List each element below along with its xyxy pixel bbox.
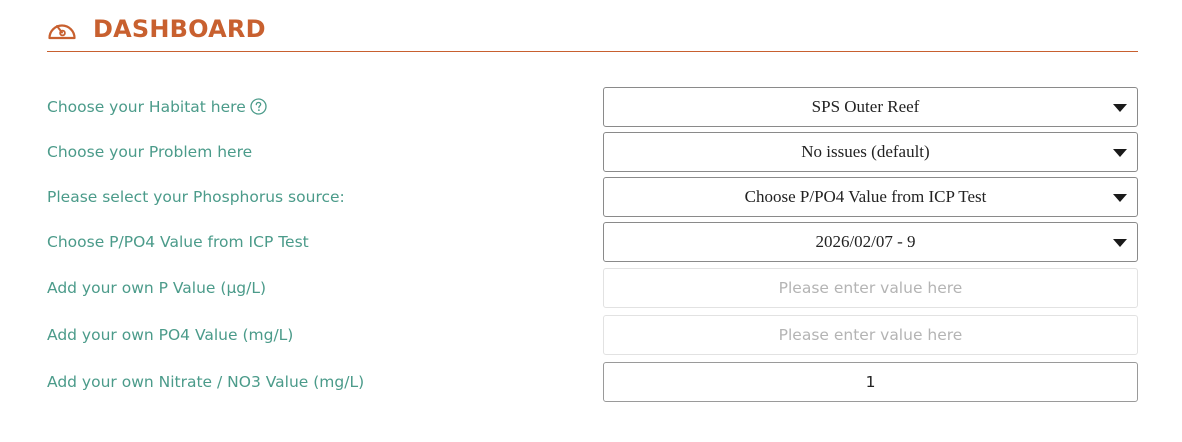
chevron-down-icon	[1113, 149, 1127, 157]
problem-row: Choose your Problem here No issues (defa…	[47, 132, 1138, 172]
page-title: DASHBOARD	[93, 15, 266, 43]
phosphorus-source-select-value: Choose P/PO4 Value from ICP Test	[744, 187, 987, 206]
problem-select[interactable]: No issues (default)	[603, 132, 1138, 172]
chevron-down-icon	[1113, 239, 1127, 247]
problem-select-value: No issues (default)	[801, 142, 930, 161]
po4-value-row: Add your own PO4 Value (mg/L)	[47, 315, 1138, 355]
icp-value-row: Choose P/PO4 Value from ICP Test 2026/02…	[47, 222, 1138, 262]
icp-value-select-value: 2026/02/07 - 9	[815, 232, 916, 251]
phosphorus-source-row: Please select your Phosphorus source: Ch…	[47, 177, 1138, 217]
dashboard-header: DASHBOARD	[47, 12, 1138, 52]
habitat-select[interactable]: SPS Outer Reef	[603, 87, 1138, 127]
question-circle-icon[interactable]	[250, 97, 267, 115]
p-value-row: Add your own P Value (µg/L)	[47, 268, 1138, 308]
gauge-icon	[48, 24, 76, 40]
habitat-row: Choose your Habitat here SPS Outer Reef	[47, 87, 1138, 127]
icp-value-label: Choose P/PO4 Value from ICP Test	[47, 233, 309, 251]
chevron-down-icon	[1113, 194, 1127, 202]
phosphorus-source-select[interactable]: Choose P/PO4 Value from ICP Test	[603, 177, 1138, 217]
phosphorus-source-label: Please select your Phosphorus source:	[47, 188, 345, 206]
nitrate-value-row: Add your own Nitrate / NO3 Value (mg/L)	[47, 362, 1138, 402]
p-value-label: Add your own P Value (µg/L)	[47, 279, 267, 297]
po4-value-label: Add your own PO4 Value (mg/L)	[47, 326, 294, 344]
habitat-label-wrap: Choose your Habitat here	[47, 87, 267, 127]
icp-value-select[interactable]: 2026/02/07 - 9	[603, 222, 1138, 262]
habitat-select-value: SPS Outer Reef	[811, 97, 920, 116]
po4-value-input[interactable]	[603, 315, 1138, 355]
p-value-input[interactable]	[603, 268, 1138, 308]
problem-label: Choose your Problem here	[47, 143, 253, 161]
habitat-label: Choose your Habitat here	[47, 98, 246, 116]
chevron-down-icon	[1113, 104, 1127, 112]
nitrate-value-input[interactable]	[603, 362, 1138, 402]
nitrate-value-label: Add your own Nitrate / NO3 Value (mg/L)	[47, 373, 365, 391]
